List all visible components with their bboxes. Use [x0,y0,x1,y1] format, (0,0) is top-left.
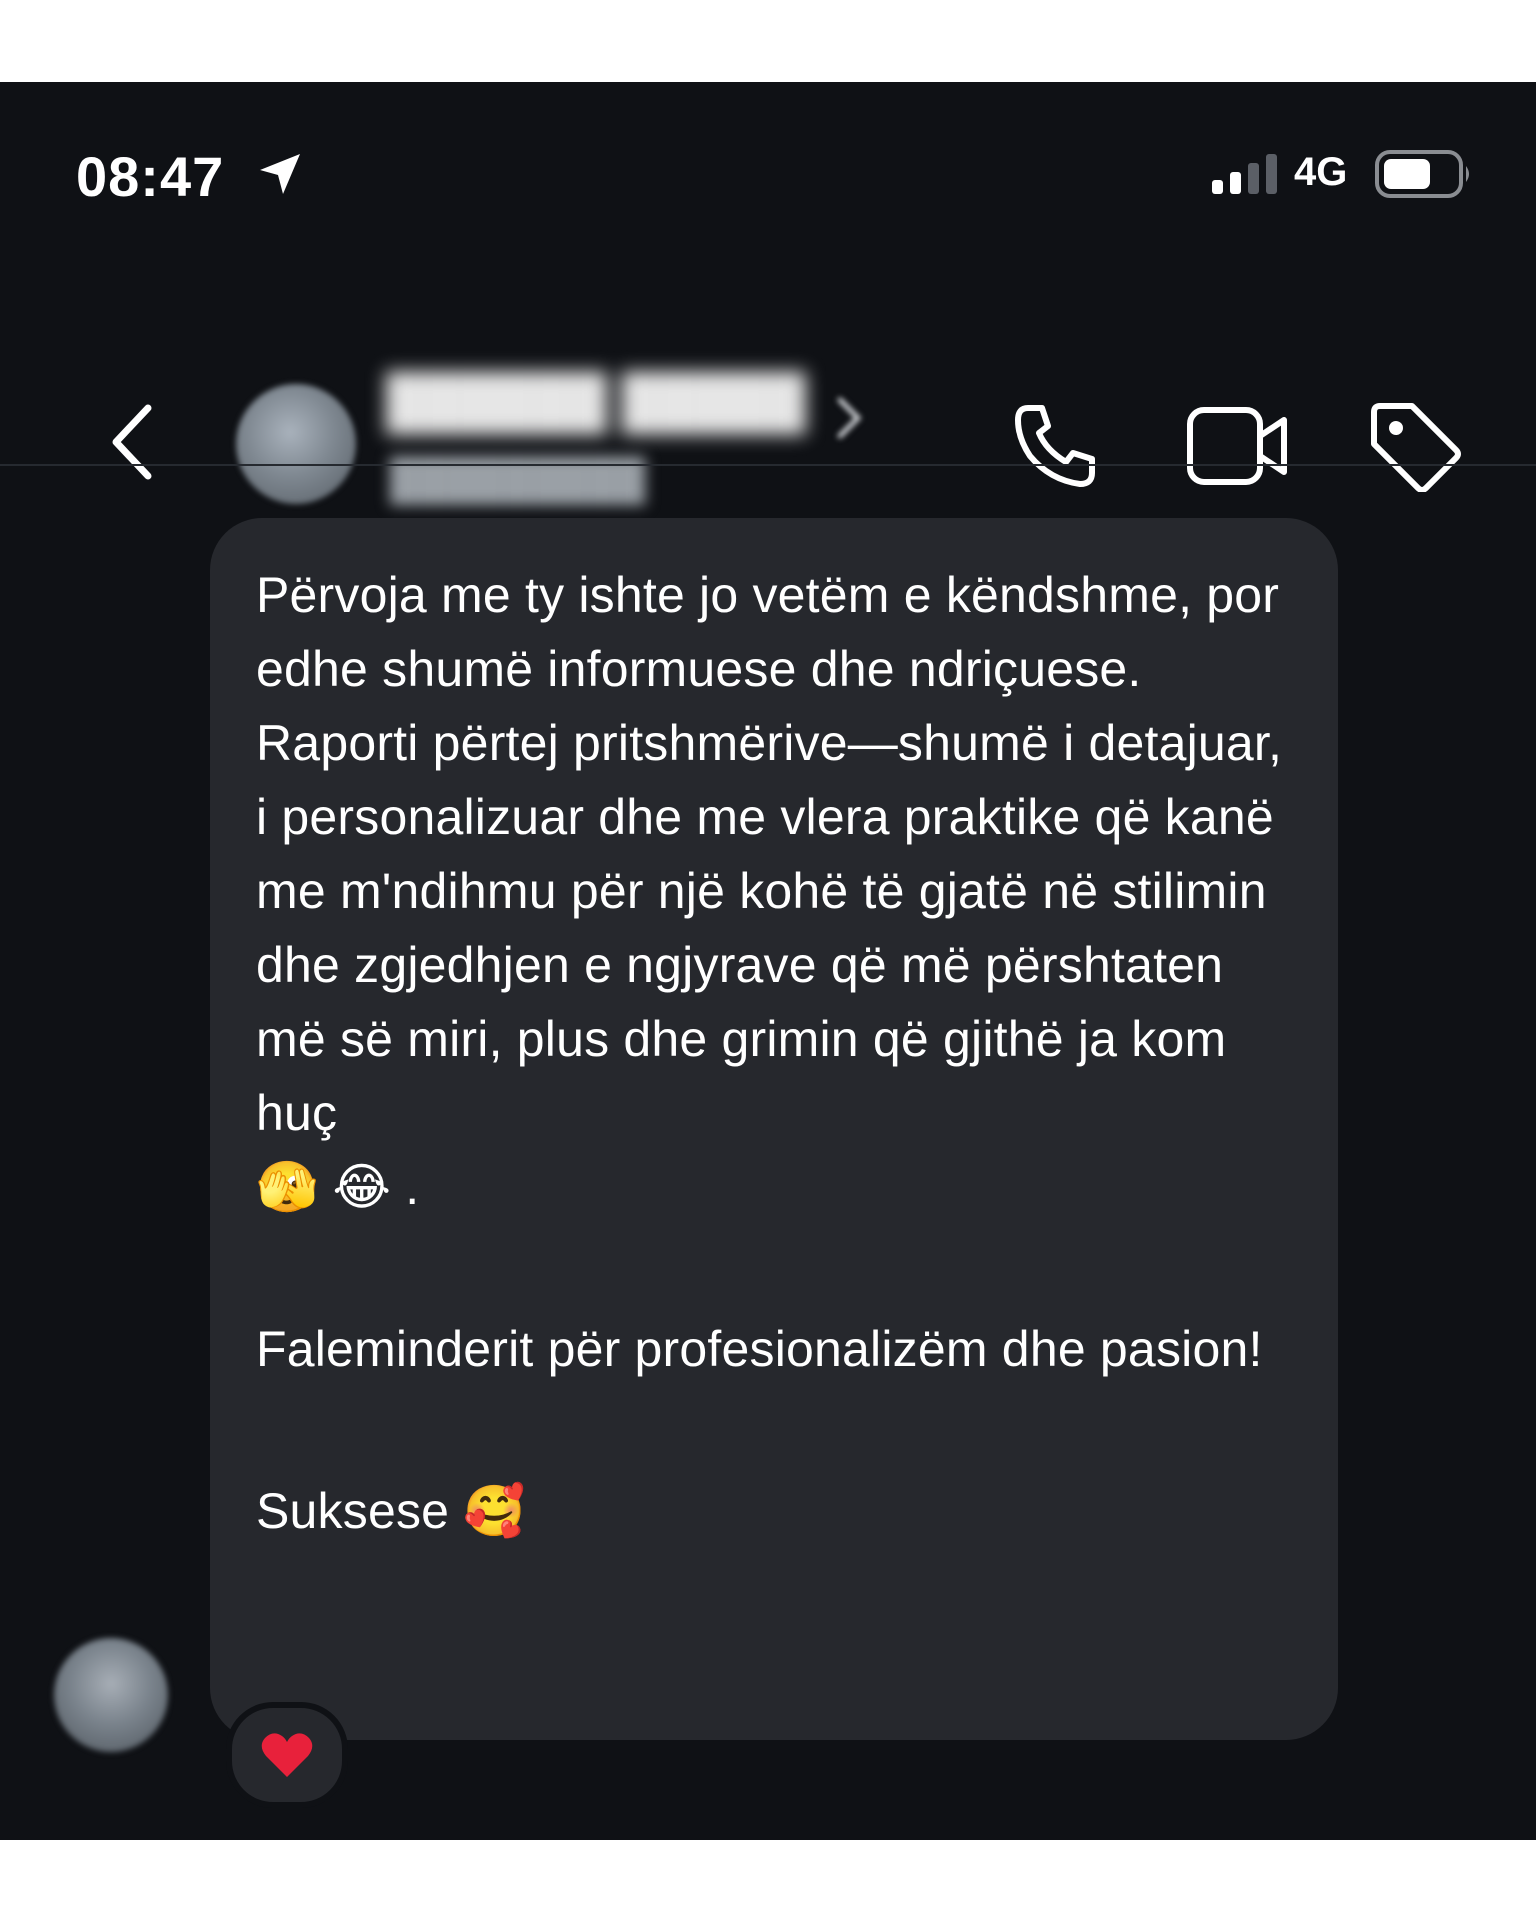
location-arrow-icon [260,154,300,194]
dm-screen: 08:47 4G ██████ █████ █████████ Përvoja … [0,82,1536,1840]
heart-icon [261,1733,313,1777]
video-camera-icon[interactable] [1186,404,1290,488]
message-emoji-line: 🫣 😂 . [256,1159,420,1215]
contact-name-blurred[interactable]: ██████ █████ [386,372,806,432]
tag-icon[interactable] [1368,400,1462,492]
status-time: 08:47 [76,145,225,208]
sender-avatar[interactable] [54,1638,168,1752]
message-paragraph: Suksese 🥰 [256,1483,526,1539]
message-paragraph: Përvoja me ty ishte jo vetëm e këndshme,… [256,567,1283,1141]
message-bubble[interactable]: Përvoja me ty ishte jo vetëm e këndshme,… [210,518,1338,1740]
battery-icon [1375,150,1469,198]
back-chevron-icon[interactable] [104,400,160,484]
network-type: 4G [1294,150,1348,194]
chevron-right-icon[interactable] [834,394,864,442]
header-divider [0,464,1536,466]
contact-avatar[interactable] [236,384,356,504]
message-paragraph: Faleminderit për profesionalizëm dhe pas… [256,1321,1263,1377]
heart-reaction[interactable] [226,1702,348,1808]
phone-icon[interactable] [1010,400,1102,492]
signal-bars-icon [1212,154,1277,194]
